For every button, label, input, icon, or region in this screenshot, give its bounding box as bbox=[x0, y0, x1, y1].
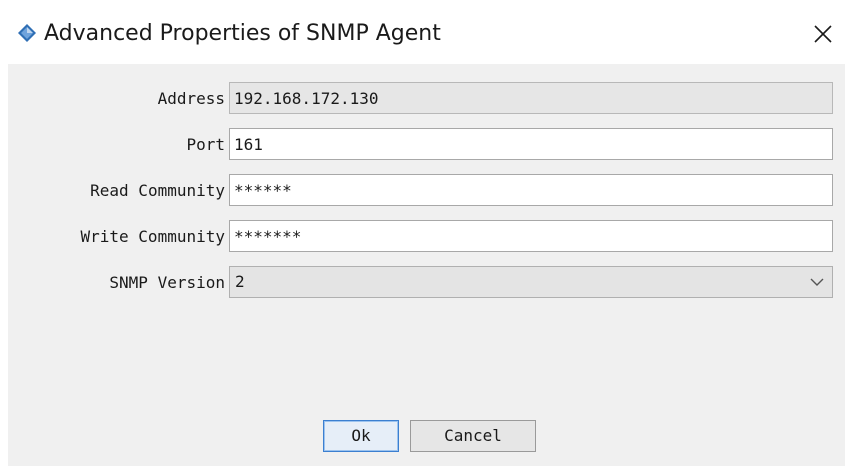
port-field[interactable] bbox=[229, 128, 833, 160]
title-bar: Advanced Properties of SNMP Agent bbox=[0, 0, 845, 64]
address-row: Address bbox=[8, 82, 845, 116]
write-community-field[interactable] bbox=[229, 220, 833, 252]
read-community-label: Read Community bbox=[90, 181, 225, 200]
port-row: Port bbox=[8, 128, 845, 162]
address-field[interactable] bbox=[229, 82, 833, 114]
app-icon bbox=[18, 24, 36, 42]
chevron-down-icon[interactable] bbox=[810, 277, 824, 287]
snmp-version-label: SNMP Version bbox=[109, 273, 225, 292]
read-community-row: Read Community bbox=[8, 174, 845, 208]
write-community-label: Write Community bbox=[80, 227, 226, 246]
write-community-row: Write Community bbox=[8, 220, 845, 254]
snmp-version-select[interactable]: 2 bbox=[229, 266, 833, 298]
address-label: Address bbox=[157, 89, 225, 108]
cancel-button[interactable]: Cancel bbox=[410, 420, 536, 452]
read-community-field[interactable] bbox=[229, 174, 833, 206]
window-title: Advanced Properties of SNMP Agent bbox=[44, 21, 441, 46]
port-label: Port bbox=[186, 135, 225, 154]
snmp-version-row: SNMP Version 2 bbox=[8, 266, 845, 300]
close-icon[interactable] bbox=[805, 16, 841, 52]
snmp-version-value: 2 bbox=[235, 272, 245, 291]
dialog-body: Address Port Read Community Write Commun… bbox=[8, 64, 845, 466]
ok-button[interactable]: Ok bbox=[323, 420, 399, 452]
